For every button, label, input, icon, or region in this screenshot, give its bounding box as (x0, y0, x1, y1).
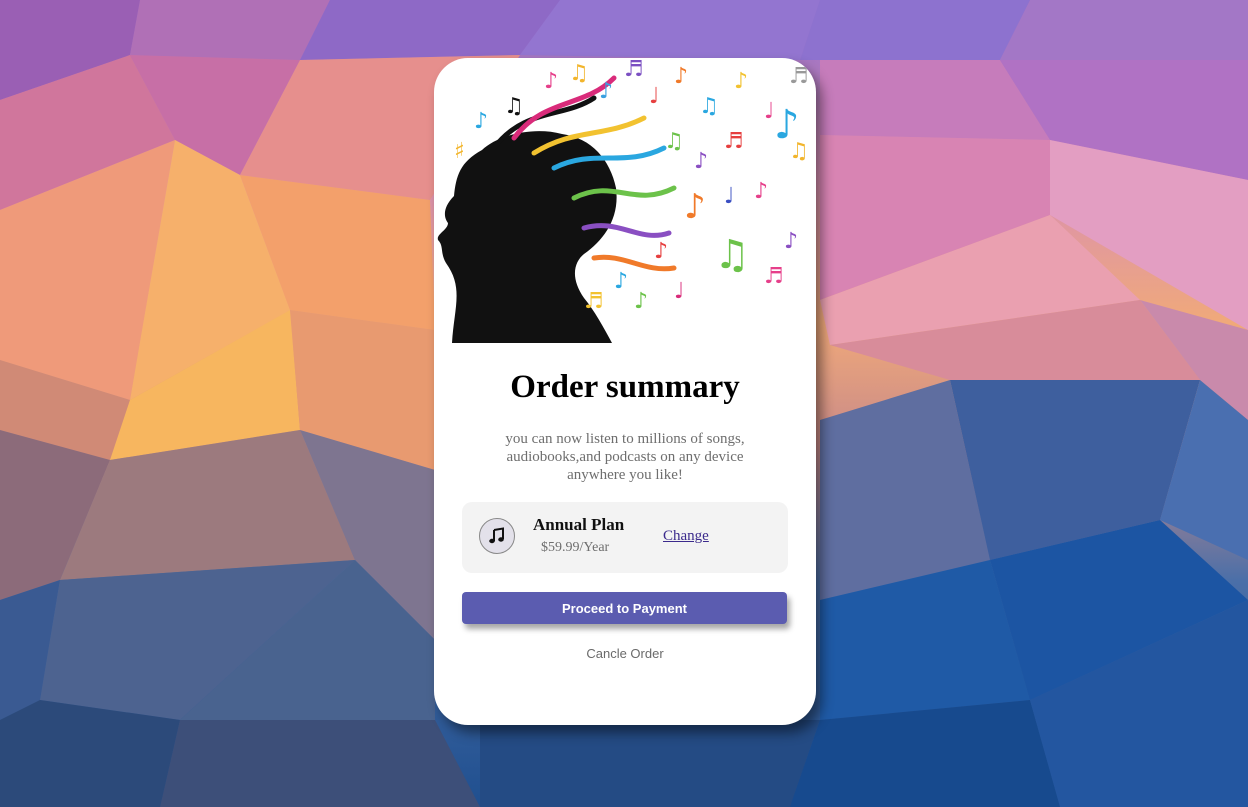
svg-text:♯: ♯ (454, 139, 465, 164)
svg-text:♪: ♪ (654, 239, 668, 264)
svg-text:♬: ♬ (584, 289, 604, 314)
svg-text:♩: ♩ (764, 99, 774, 124)
svg-text:♪: ♪ (614, 269, 628, 294)
svg-text:♪: ♪ (784, 229, 798, 254)
page-title: Order summary (510, 369, 740, 405)
description-line: audiobooks,and podcasts on any device (506, 449, 744, 465)
svg-text:♪: ♪ (684, 187, 706, 227)
svg-text:♩: ♩ (724, 184, 734, 209)
svg-text:♪: ♪ (634, 289, 648, 314)
plan-name: Annual Plan (533, 515, 625, 534)
svg-text:♫: ♫ (699, 94, 719, 119)
svg-text:♪: ♪ (694, 149, 708, 174)
order-summary-card: ♪ ♫ ♪ ♬ ♩ ♪ ♫ ♪ ♩ ♬ ♫ ♪ ♬ ♪ ♫ ♪ ♩ ♪ ♫ ♪ … (434, 58, 816, 725)
svg-text:♫: ♫ (504, 94, 524, 119)
svg-text:♪: ♪ (544, 69, 558, 94)
svg-text:♪: ♪ (599, 79, 613, 104)
svg-text:♪: ♪ (674, 64, 688, 89)
svg-text:♬: ♬ (624, 58, 644, 82)
description-line: anywhere you like! (567, 467, 683, 483)
plan-price: $59.99/Year (541, 540, 610, 555)
svg-text:♫: ♫ (714, 232, 750, 278)
description: you can now listen to millions of songs,… (494, 430, 756, 484)
svg-text:♩: ♩ (674, 279, 684, 304)
svg-text:♪: ♪ (474, 109, 488, 134)
plan-box: Annual Plan $59.99/Year Change (462, 502, 788, 573)
music-note-icon (479, 518, 515, 554)
svg-text:♬: ♬ (724, 129, 744, 154)
description-line: you can now listen to millions of songs, (505, 431, 745, 447)
svg-text:♬: ♬ (789, 64, 809, 89)
svg-text:♬: ♬ (764, 264, 784, 289)
svg-text:♩: ♩ (649, 84, 659, 109)
music-head-illustration: ♪ ♫ ♪ ♬ ♩ ♪ ♫ ♪ ♩ ♬ ♫ ♪ ♬ ♪ ♫ ♪ ♩ ♪ ♫ ♪ … (437, 58, 809, 343)
svg-text:♪: ♪ (754, 179, 768, 204)
proceed-to-payment-button[interactable]: Proceed to Payment (462, 592, 787, 624)
cancel-order-button[interactable]: Cancle Order (434, 646, 816, 661)
svg-text:♫: ♫ (789, 139, 809, 164)
svg-text:♪: ♪ (734, 69, 748, 94)
svg-text:♫: ♫ (664, 129, 684, 154)
svg-text:♫: ♫ (569, 61, 589, 86)
change-plan-link[interactable]: Change (663, 528, 709, 545)
